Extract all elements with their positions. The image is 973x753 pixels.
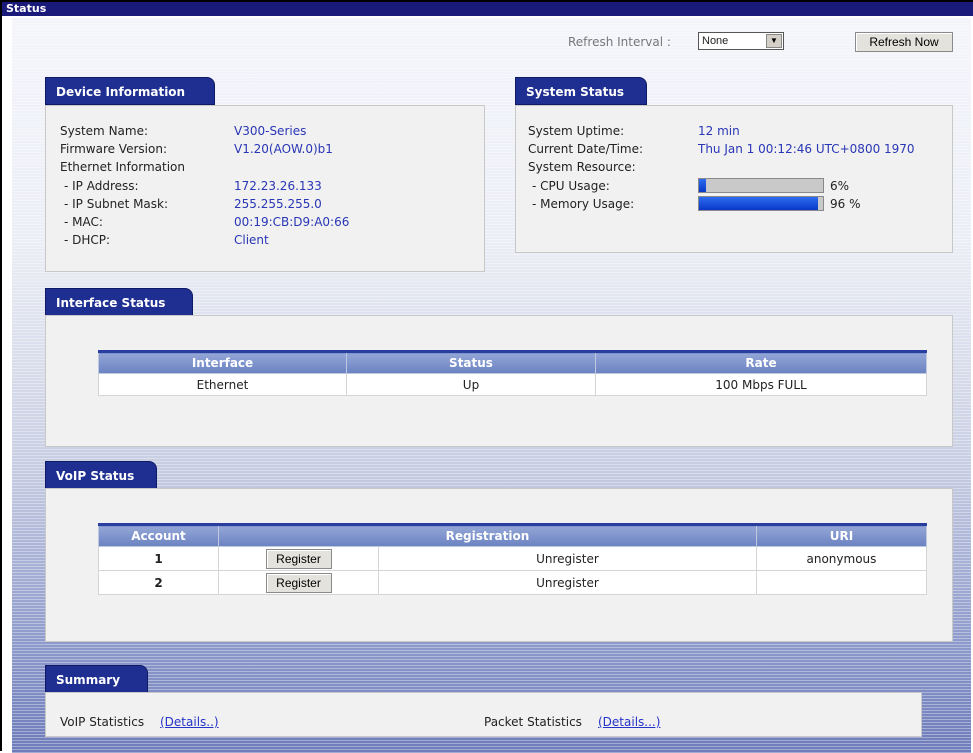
ip-address-value: 172.23.26.133 bbox=[234, 179, 322, 193]
voip-statistics-label: VoIP Statistics bbox=[60, 715, 145, 729]
table-row: Ethernet Up 100 Mbps FULL bbox=[98, 373, 927, 396]
memory-usage-value: 96 % bbox=[830, 197, 861, 211]
cpu-usage-fill bbox=[699, 179, 707, 192]
registration-state: Unregister bbox=[378, 570, 757, 595]
tab-system-status: System Status bbox=[515, 77, 647, 105]
subnet-mask-value: 255.255.255.0 bbox=[234, 197, 322, 211]
mac-value: 00:19:CB:D9:A0:66 bbox=[234, 215, 350, 229]
subnet-mask-label: - IP Subnet Mask: bbox=[64, 197, 169, 211]
refresh-interval-select[interactable]: None ▼ bbox=[698, 32, 784, 50]
status-window: Status Refresh Interval : None ▼ Refresh… bbox=[0, 0, 973, 753]
chevron-down-icon[interactable]: ▼ bbox=[766, 34, 782, 48]
system-name-label: System Name: bbox=[60, 124, 149, 138]
window-title: Status bbox=[2, 2, 973, 16]
summary-panel: VoIP Statistics (Details..) Packet Stati… bbox=[45, 692, 922, 737]
voip-table: Account Registration URI 1 Register Unre… bbox=[98, 523, 928, 595]
memory-usage-label: - Memory Usage: bbox=[532, 197, 635, 211]
table-row: 2 Register Unregister bbox=[98, 570, 928, 595]
account-uri bbox=[755, 570, 928, 595]
firmware-value: V1.20(AOW.0)b1 bbox=[234, 142, 333, 156]
uptime-value: 12 min bbox=[698, 124, 740, 138]
register-button[interactable]: Register bbox=[265, 548, 332, 569]
account-number: 2 bbox=[98, 570, 219, 595]
system-status-panel: System Uptime: 12 min Current Date/Time:… bbox=[515, 105, 953, 253]
refresh-now-button[interactable]: Refresh Now bbox=[855, 32, 953, 52]
account-number: 1 bbox=[98, 546, 219, 571]
cpu-usage-bar bbox=[698, 178, 824, 193]
refresh-interval-label: Refresh Interval : bbox=[568, 35, 671, 49]
header-interface: Interface bbox=[98, 350, 347, 374]
table-row: 1 Register Unregister anonymous bbox=[98, 546, 928, 571]
status-content: Refresh Interval : None ▼ Refresh Now De… bbox=[12, 18, 971, 753]
tab-device-information: Device Information bbox=[45, 77, 215, 105]
system-name-value: V300-Series bbox=[234, 124, 307, 138]
datetime-value: Thu Jan 1 00:12:46 UTC+0800 1970 bbox=[698, 142, 915, 156]
registration-state: Unregister bbox=[378, 546, 757, 571]
header-status: Status bbox=[346, 350, 596, 374]
header-rate: Rate bbox=[595, 350, 927, 374]
header-uri: URI bbox=[755, 523, 928, 547]
header-registration: Registration bbox=[218, 523, 757, 547]
tab-voip-status: VoIP Status bbox=[45, 461, 157, 489]
system-resource-label: System Resource: bbox=[528, 160, 636, 174]
interface-status: Up bbox=[346, 373, 596, 396]
uptime-label: System Uptime: bbox=[528, 124, 625, 138]
register-button[interactable]: Register bbox=[265, 572, 332, 593]
device-information-panel: System Name: V300-Series Firmware Versio… bbox=[45, 105, 485, 272]
voip-statistics-details-link[interactable]: (Details..) bbox=[160, 715, 219, 731]
memory-usage-fill bbox=[699, 197, 819, 210]
account-uri: anonymous bbox=[755, 546, 928, 571]
voip-table-header: Account Registration URI bbox=[98, 523, 928, 547]
cpu-usage-label: - CPU Usage: bbox=[532, 179, 610, 193]
cpu-usage-value: 6% bbox=[830, 179, 850, 193]
header-account: Account bbox=[98, 523, 219, 547]
ip-address-label: - IP Address: bbox=[64, 179, 139, 193]
packet-statistics-details-link[interactable]: (Details...) bbox=[598, 715, 660, 731]
dhcp-label: - DHCP: bbox=[64, 233, 111, 247]
tab-interface-status: Interface Status bbox=[45, 288, 193, 316]
dhcp-value: Client bbox=[234, 233, 269, 247]
ethernet-info-label: Ethernet Information bbox=[60, 160, 185, 174]
tab-summary: Summary bbox=[45, 665, 148, 693]
interface-name: Ethernet bbox=[98, 373, 347, 396]
interface-rate: 100 Mbps FULL bbox=[595, 373, 927, 396]
refresh-interval-value: None bbox=[702, 35, 729, 47]
interface-table: Interface Status Rate Ethernet Up 100 Mb… bbox=[98, 350, 927, 396]
mac-label: - MAC: bbox=[64, 215, 103, 229]
register-cell: Register bbox=[218, 570, 379, 595]
interface-table-header: Interface Status Rate bbox=[98, 350, 927, 374]
firmware-label: Firmware Version: bbox=[60, 142, 167, 156]
datetime-label: Current Date/Time: bbox=[528, 142, 644, 156]
memory-usage-bar bbox=[698, 196, 824, 211]
packet-statistics-label: Packet Statistics bbox=[484, 715, 582, 729]
register-cell: Register bbox=[218, 546, 379, 571]
